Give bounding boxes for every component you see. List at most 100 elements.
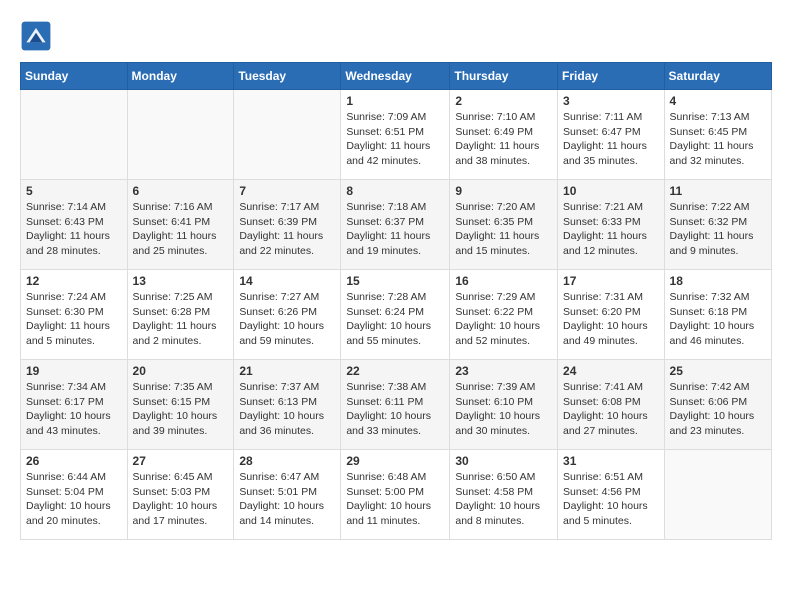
- day-info: Sunrise: 7:13 AM Sunset: 6:45 PM Dayligh…: [670, 110, 766, 169]
- weekday-header-sunday: Sunday: [21, 63, 128, 90]
- day-info: Sunrise: 7:16 AM Sunset: 6:41 PM Dayligh…: [133, 200, 229, 259]
- calendar-cell: 16 Sunrise: 7:29 AM Sunset: 6:22 PM Dayli…: [450, 270, 558, 360]
- calendar-week-0: 1 Sunrise: 7:09 AM Sunset: 6:51 PM Daylig…: [21, 90, 772, 180]
- day-number: 7: [239, 184, 335, 198]
- weekday-header-friday: Friday: [558, 63, 665, 90]
- day-number: 21: [239, 364, 335, 378]
- day-info: Sunrise: 7:17 AM Sunset: 6:39 PM Dayligh…: [239, 200, 335, 259]
- day-number: 30: [455, 454, 552, 468]
- calendar-cell: 24 Sunrise: 7:41 AM Sunset: 6:08 PM Dayli…: [558, 360, 665, 450]
- day-number: 28: [239, 454, 335, 468]
- day-number: 12: [26, 274, 122, 288]
- day-info: Sunrise: 7:18 AM Sunset: 6:37 PM Dayligh…: [346, 200, 444, 259]
- calendar-cell: [234, 90, 341, 180]
- day-info: Sunrise: 7:29 AM Sunset: 6:22 PM Dayligh…: [455, 290, 552, 349]
- weekday-header-saturday: Saturday: [664, 63, 771, 90]
- calendar-cell: 9 Sunrise: 7:20 AM Sunset: 6:35 PM Daylig…: [450, 180, 558, 270]
- day-info: Sunrise: 7:20 AM Sunset: 6:35 PM Dayligh…: [455, 200, 552, 259]
- calendar-cell: 10 Sunrise: 7:21 AM Sunset: 6:33 PM Dayli…: [558, 180, 665, 270]
- day-number: 5: [26, 184, 122, 198]
- day-info: Sunrise: 6:51 AM Sunset: 4:56 PM Dayligh…: [563, 470, 659, 529]
- day-number: 15: [346, 274, 444, 288]
- day-number: 1: [346, 94, 444, 108]
- day-info: Sunrise: 7:09 AM Sunset: 6:51 PM Dayligh…: [346, 110, 444, 169]
- day-number: 26: [26, 454, 122, 468]
- day-info: Sunrise: 7:22 AM Sunset: 6:32 PM Dayligh…: [670, 200, 766, 259]
- day-number: 11: [670, 184, 766, 198]
- calendar-cell: 29Sunrise: 6:48 AM Sunset: 5:00 PM Dayli…: [341, 450, 450, 540]
- calendar-cell: 19 Sunrise: 7:34 AM Sunset: 6:17 PM Dayli…: [21, 360, 128, 450]
- day-number: 9: [455, 184, 552, 198]
- day-number: 17: [563, 274, 659, 288]
- day-number: 22: [346, 364, 444, 378]
- calendar-cell: 15 Sunrise: 7:28 AM Sunset: 6:24 PM Dayli…: [341, 270, 450, 360]
- day-info: Sunrise: 7:31 AM Sunset: 6:20 PM Dayligh…: [563, 290, 659, 349]
- calendar-week-1: 5Sunrise: 7:14 AM Sunset: 6:43 PM Daylig…: [21, 180, 772, 270]
- calendar-cell: 3Sunrise: 7:11 AM Sunset: 6:47 PM Daylig…: [558, 90, 665, 180]
- calendar-cell: 2 Sunrise: 7:10 AM Sunset: 6:49 PM Daylig…: [450, 90, 558, 180]
- calendar-week-2: 12 Sunrise: 7:24 AM Sunset: 6:30 PM Dayli…: [21, 270, 772, 360]
- calendar-cell: 21 Sunrise: 7:37 AM Sunset: 6:13 PM Dayli…: [234, 360, 341, 450]
- day-number: 13: [133, 274, 229, 288]
- day-number: 4: [670, 94, 766, 108]
- day-info: Sunrise: 6:45 AM Sunset: 5:03 PM Dayligh…: [133, 470, 229, 529]
- day-info: Sunrise: 7:41 AM Sunset: 6:08 PM Dayligh…: [563, 380, 659, 439]
- logo: [20, 20, 58, 52]
- day-number: 2: [455, 94, 552, 108]
- day-number: 23: [455, 364, 552, 378]
- day-info: Sunrise: 6:44 AM Sunset: 5:04 PM Dayligh…: [26, 470, 122, 529]
- calendar-cell: 26 Sunrise: 6:44 AM Sunset: 5:04 PM Dayli…: [21, 450, 128, 540]
- calendar-cell: 12 Sunrise: 7:24 AM Sunset: 6:30 PM Dayli…: [21, 270, 128, 360]
- calendar-week-4: 26 Sunrise: 6:44 AM Sunset: 5:04 PM Dayli…: [21, 450, 772, 540]
- day-number: 6: [133, 184, 229, 198]
- calendar-cell: 25 Sunrise: 7:42 AM Sunset: 6:06 PM Dayli…: [664, 360, 771, 450]
- day-number: 16: [455, 274, 552, 288]
- day-info: Sunrise: 7:27 AM Sunset: 6:26 PM Dayligh…: [239, 290, 335, 349]
- weekday-header-monday: Monday: [127, 63, 234, 90]
- calendar-cell: 7 Sunrise: 7:17 AM Sunset: 6:39 PM Daylig…: [234, 180, 341, 270]
- calendar-cell: 23Sunrise: 7:39 AM Sunset: 6:10 PM Dayli…: [450, 360, 558, 450]
- day-info: Sunrise: 7:34 AM Sunset: 6:17 PM Dayligh…: [26, 380, 122, 439]
- day-info: Sunrise: 6:48 AM Sunset: 5:00 PM Dayligh…: [346, 470, 444, 529]
- day-number: 10: [563, 184, 659, 198]
- calendar-cell: 31 Sunrise: 6:51 AM Sunset: 4:56 PM Dayli…: [558, 450, 665, 540]
- day-info: Sunrise: 7:32 AM Sunset: 6:18 PM Dayligh…: [670, 290, 766, 349]
- weekday-header-thursday: Thursday: [450, 63, 558, 90]
- calendar-header-row: SundayMondayTuesdayWednesdayThursdayFrid…: [21, 63, 772, 90]
- day-info: Sunrise: 6:50 AM Sunset: 4:58 PM Dayligh…: [455, 470, 552, 529]
- weekday-header-tuesday: Tuesday: [234, 63, 341, 90]
- day-info: Sunrise: 7:35 AM Sunset: 6:15 PM Dayligh…: [133, 380, 229, 439]
- day-info: Sunrise: 7:28 AM Sunset: 6:24 PM Dayligh…: [346, 290, 444, 349]
- calendar-cell: 17 Sunrise: 7:31 AM Sunset: 6:20 PM Dayli…: [558, 270, 665, 360]
- day-info: Sunrise: 7:24 AM Sunset: 6:30 PM Dayligh…: [26, 290, 122, 349]
- calendar-cell: 11 Sunrise: 7:22 AM Sunset: 6:32 PM Dayli…: [664, 180, 771, 270]
- day-info: Sunrise: 7:10 AM Sunset: 6:49 PM Dayligh…: [455, 110, 552, 169]
- day-info: Sunrise: 7:21 AM Sunset: 6:33 PM Dayligh…: [563, 200, 659, 259]
- day-info: Sunrise: 7:37 AM Sunset: 6:13 PM Dayligh…: [239, 380, 335, 439]
- day-number: 24: [563, 364, 659, 378]
- calendar-cell: 28 Sunrise: 6:47 AM Sunset: 5:01 PM Dayli…: [234, 450, 341, 540]
- day-info: Sunrise: 7:42 AM Sunset: 6:06 PM Dayligh…: [670, 380, 766, 439]
- calendar-cell: 27 Sunrise: 6:45 AM Sunset: 5:03 PM Dayli…: [127, 450, 234, 540]
- calendar-cell: [127, 90, 234, 180]
- calendar-cell: 20 Sunrise: 7:35 AM Sunset: 6:15 PM Dayli…: [127, 360, 234, 450]
- day-number: 14: [239, 274, 335, 288]
- calendar-cell: 6 Sunrise: 7:16 AM Sunset: 6:41 PM Daylig…: [127, 180, 234, 270]
- day-info: Sunrise: 7:11 AM Sunset: 6:47 PM Dayligh…: [563, 110, 659, 169]
- day-number: 31: [563, 454, 659, 468]
- day-number: 8: [346, 184, 444, 198]
- page-header: [20, 20, 772, 52]
- day-info: Sunrise: 6:47 AM Sunset: 5:01 PM Dayligh…: [239, 470, 335, 529]
- day-number: 25: [670, 364, 766, 378]
- calendar-cell: 22 Sunrise: 7:38 AM Sunset: 6:11 PM Dayli…: [341, 360, 450, 450]
- calendar-cell: 18 Sunrise: 7:32 AM Sunset: 6:18 PM Dayli…: [664, 270, 771, 360]
- day-number: 20: [133, 364, 229, 378]
- calendar-cell: 13Sunrise: 7:25 AM Sunset: 6:28 PM Dayli…: [127, 270, 234, 360]
- day-number: 19: [26, 364, 122, 378]
- day-number: 27: [133, 454, 229, 468]
- day-number: 18: [670, 274, 766, 288]
- calendar-cell: 5Sunrise: 7:14 AM Sunset: 6:43 PM Daylig…: [21, 180, 128, 270]
- day-info: Sunrise: 7:38 AM Sunset: 6:11 PM Dayligh…: [346, 380, 444, 439]
- calendar-cell: 30 Sunrise: 6:50 AM Sunset: 4:58 PM Dayli…: [450, 450, 558, 540]
- calendar-cell: 14 Sunrise: 7:27 AM Sunset: 6:26 PM Dayli…: [234, 270, 341, 360]
